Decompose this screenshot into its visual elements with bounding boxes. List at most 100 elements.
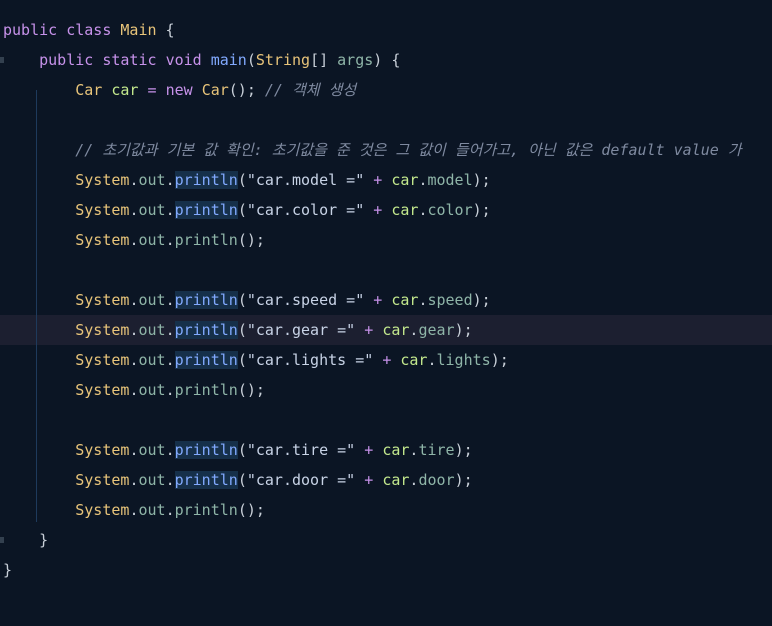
indent-guide-method bbox=[36, 90, 37, 522]
fold-marker-method-end[interactable] bbox=[0, 537, 4, 543]
code-token: + bbox=[364, 471, 374, 489]
code-token: class bbox=[66, 21, 112, 39]
code-token: Car bbox=[201, 81, 229, 99]
code-token: public bbox=[39, 51, 94, 69]
code-token: String bbox=[255, 51, 311, 69]
code-line[interactable]: System.out.println("car.gear =" + car.ge… bbox=[0, 315, 772, 345]
occurrence-highlight: println bbox=[174, 291, 238, 309]
code-token: . bbox=[165, 291, 175, 309]
code-token: ( bbox=[237, 201, 247, 219]
code-line[interactable] bbox=[0, 255, 772, 285]
code-line[interactable]: } bbox=[0, 525, 772, 555]
code-line[interactable]: Car car = new Car(); // 객체 생성 bbox=[0, 75, 772, 105]
code-token: println bbox=[174, 501, 238, 519]
code-line[interactable]: public class Main { bbox=[0, 15, 772, 45]
code-line[interactable]: System.out.println("car.tire =" + car.ti… bbox=[0, 435, 772, 465]
fold-marker-method[interactable] bbox=[0, 57, 4, 63]
code-line[interactable]: public static void main(String[] args) { bbox=[0, 45, 772, 75]
code-line[interactable]: System.out.println("car.model =" + car.m… bbox=[0, 165, 772, 195]
occurrence-highlight: println bbox=[174, 471, 238, 489]
code-token: (); bbox=[228, 81, 265, 99]
code-token: out bbox=[138, 201, 166, 219]
code-token: = bbox=[147, 81, 157, 99]
code-token: door bbox=[418, 471, 455, 489]
code-line-text: System.out.println("car.speed =" + car.s… bbox=[3, 285, 491, 315]
code-token: } bbox=[3, 531, 49, 549]
code-line[interactable]: System.out.println("car.speed =" + car.s… bbox=[0, 285, 772, 315]
code-line-text: // 초기값과 기본 값 확인: 초기값을 준 것은 그 값이 들어가고, 아닌… bbox=[3, 135, 742, 165]
code-token: car bbox=[382, 321, 410, 339]
code-token: void bbox=[165, 51, 202, 69]
code-token: out bbox=[138, 321, 166, 339]
code-token: } bbox=[3, 561, 13, 579]
code-token: out bbox=[138, 471, 166, 489]
code-token: System bbox=[75, 501, 130, 519]
code-token: "car.model =" bbox=[246, 171, 365, 189]
code-token: ); bbox=[454, 441, 473, 459]
code-token: out bbox=[138, 231, 166, 249]
code-line[interactable]: System.out.println(); bbox=[0, 495, 772, 525]
code-token: "car.speed =" bbox=[246, 291, 365, 309]
code-line[interactable]: System.out.println("car.color =" + car.c… bbox=[0, 195, 772, 225]
code-line[interactable]: System.out.println(); bbox=[0, 375, 772, 405]
code-token: System bbox=[75, 471, 130, 489]
code-token: System bbox=[75, 351, 130, 369]
code-token: speed bbox=[427, 291, 473, 309]
code-token: "car.lights =" bbox=[246, 351, 374, 369]
code-line[interactable]: System.out.println("car.door =" + car.do… bbox=[0, 465, 772, 495]
code-token: ( bbox=[237, 471, 247, 489]
code-line-text: public static void main(String[] args) { bbox=[3, 45, 400, 75]
code-token: . bbox=[165, 441, 175, 459]
code-token: . bbox=[165, 201, 175, 219]
code-token: println bbox=[174, 231, 238, 249]
code-token: System bbox=[75, 171, 130, 189]
code-token: { bbox=[156, 21, 175, 39]
code-line-text: System.out.println(); bbox=[3, 375, 265, 405]
code-line-text: public class Main { bbox=[3, 15, 175, 45]
code-token: System bbox=[75, 231, 130, 249]
code-token: System bbox=[75, 321, 130, 339]
code-line[interactable] bbox=[0, 105, 772, 135]
code-token: System bbox=[75, 201, 130, 219]
code-token: ( bbox=[246, 51, 256, 69]
code-line-text: System.out.println(); bbox=[3, 495, 265, 525]
code-line[interactable]: } bbox=[0, 555, 772, 585]
code-token: . bbox=[165, 501, 175, 519]
code-line[interactable]: // 초기값과 기본 값 확인: 초기값을 준 것은 그 값이 들어가고, 아닌… bbox=[0, 135, 772, 165]
code-line[interactable]: System.out.println("car.lights =" + car.… bbox=[0, 345, 772, 375]
code-token: car bbox=[391, 291, 419, 309]
code-token: + bbox=[364, 321, 374, 339]
code-token: // 초기값과 기본 값 확인: 초기값을 준 것은 그 값이 들어가고, 아닌… bbox=[75, 141, 742, 159]
code-token: car bbox=[400, 351, 428, 369]
code-token: + bbox=[364, 441, 374, 459]
code-token: Car bbox=[75, 81, 103, 99]
code-token: println bbox=[174, 381, 238, 399]
code-token: args bbox=[337, 51, 374, 69]
occurrence-highlight: println bbox=[174, 351, 238, 369]
code-token: public bbox=[3, 21, 58, 39]
code-line[interactable] bbox=[0, 405, 772, 435]
code-token: main bbox=[210, 51, 247, 69]
code-token: ); bbox=[454, 321, 473, 339]
code-editor[interactable]: public class Main { public static void m… bbox=[0, 0, 772, 626]
code-token: . bbox=[165, 231, 175, 249]
code-line-text: System.out.println("car.lights =" + car.… bbox=[3, 345, 509, 375]
code-token: ) { bbox=[373, 51, 401, 69]
code-line[interactable]: System.out.println(); bbox=[0, 225, 772, 255]
code-token: ); bbox=[454, 471, 473, 489]
code-token: . bbox=[165, 381, 175, 399]
